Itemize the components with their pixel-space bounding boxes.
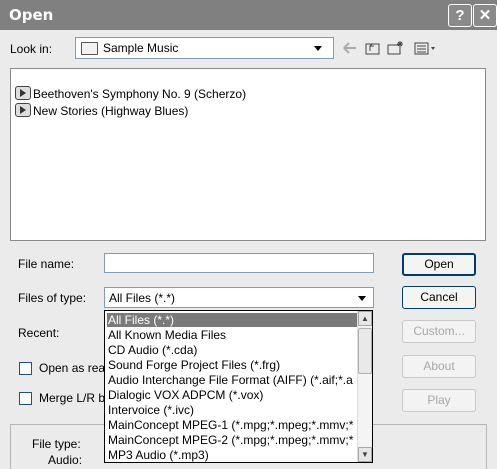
audio-info-label: Audio: (48, 453, 83, 467)
help-button[interactable]: ? (448, 4, 472, 27)
back-arrow-icon[interactable] (343, 42, 356, 54)
filetype-option[interactable]: Dialogic VOX ADPCM (*.vox) (107, 388, 263, 402)
filetype-option[interactable]: MP3 Audio (*.mp3) (107, 448, 209, 462)
lookin-value: Sample Music (103, 41, 179, 55)
up-folder-icon[interactable] (365, 43, 380, 55)
list-item[interactable]: New Stories (Highway Blues) (15, 103, 188, 119)
filetype-option[interactable]: All Files (*.*) (107, 313, 358, 327)
filetype-label: Files of type: (18, 291, 87, 305)
filename-label: File name: (18, 257, 75, 271)
custom-button[interactable]: Custom... (402, 320, 476, 343)
list-item[interactable]: Beethoven's Symphony No. 9 (Scherzo) (15, 86, 246, 102)
open-button[interactable]: Open (402, 253, 476, 276)
audio-file-icon (15, 86, 31, 100)
filetype-option[interactable]: Audio Interchange File Format (AIFF) (*.… (107, 373, 353, 387)
lookin-dropdown[interactable]: Sample Music (75, 37, 334, 59)
audio-file-icon (15, 103, 31, 117)
filetype-option[interactable]: MainConcept MPEG-1 (*.mpg;*.mpeg;*.mmv;* (107, 418, 353, 432)
filetype-option[interactable]: MainConcept MPEG-2 (*.mpg;*.mpeg;*.mmv;* (107, 433, 353, 447)
filetype-option[interactable]: Intervoice (*.ivc) (107, 403, 194, 417)
filetype-option[interactable]: Sound Forge Project Files (*.frg) (107, 358, 280, 372)
options-scrollbar[interactable]: ▲ ▼ (357, 311, 372, 462)
filetype-option[interactable]: All Known Media Files (107, 328, 226, 342)
filetype-info-label: File type: (32, 437, 81, 451)
view-menu-icon[interactable] (414, 42, 435, 55)
dropdown-arrow-icon (314, 46, 322, 51)
close-button[interactable]: ✕ (473, 4, 497, 27)
scroll-down-icon[interactable]: ▼ (358, 447, 372, 462)
recent-label: Recent: (18, 326, 60, 340)
folder-icon (81, 42, 98, 55)
new-folder-icon[interactable] (387, 41, 403, 55)
filetype-options-list[interactable]: All Files (*.*) All Known Media Files CD… (104, 310, 373, 463)
cancel-button[interactable]: Cancel (402, 286, 476, 309)
filename-input[interactable] (104, 253, 374, 273)
filetype-option[interactable]: CD Audio (*.cda) (107, 343, 197, 357)
open-as-label: Open as rea (39, 361, 106, 375)
merge-label: Merge L/R b (39, 391, 106, 405)
dropdown-arrow-icon (358, 296, 366, 301)
file-name: New Stories (Highway Blues) (33, 104, 189, 118)
merge-checkbox[interactable] (19, 392, 32, 405)
lookin-toolbar (343, 41, 435, 55)
title-bar: Open ? ✕ (0, 0, 497, 30)
lookin-label: Look in: (10, 42, 53, 56)
file-name: Beethoven's Symphony No. 9 (Scherzo) (33, 87, 247, 101)
help-icon: ? (455, 7, 465, 24)
filetype-value: All Files (*.*) (109, 291, 176, 305)
scroll-up-icon[interactable]: ▲ (358, 311, 372, 326)
filetype-dropdown[interactable]: All Files (*.*) (104, 287, 374, 308)
scroll-thumb[interactable] (358, 328, 372, 374)
play-button[interactable]: Play (402, 389, 476, 412)
open-dialog: Open ? ✕ Look in: Sample Music Beethoven… (0, 0, 497, 469)
close-icon: ✕ (478, 7, 492, 24)
open-as-checkbox[interactable] (19, 362, 32, 375)
dialog-title: Open (9, 6, 54, 24)
about-button[interactable]: About (402, 355, 476, 378)
file-list[interactable]: Beethoven's Symphony No. 9 (Scherzo) New… (10, 68, 486, 241)
